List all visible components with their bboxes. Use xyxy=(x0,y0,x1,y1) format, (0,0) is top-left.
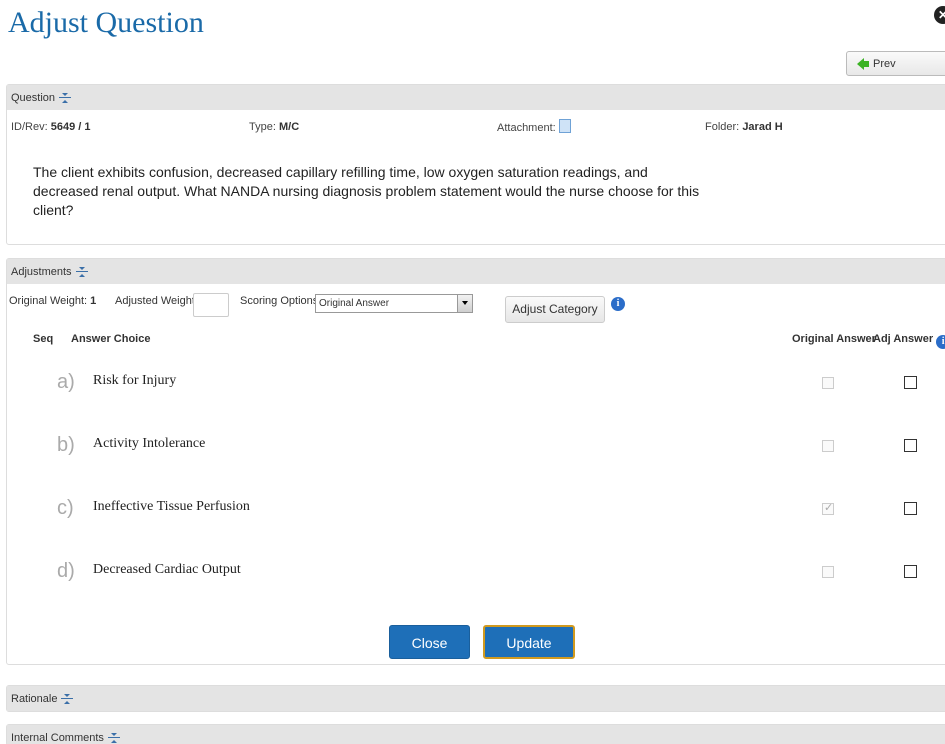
adj-answer-checkbox[interactable] xyxy=(904,502,917,515)
seq-column-header: Seq xyxy=(33,333,54,345)
folder-value: Jarad H xyxy=(742,121,783,133)
collapse-icon[interactable] xyxy=(59,92,72,103)
chevron-down-icon[interactable] xyxy=(457,295,472,312)
adj-answer-column-header: Adj Answer i xyxy=(873,333,945,349)
answer-text: Activity Intolerance xyxy=(93,436,206,451)
question-section: Question ID/Rev: 5649 / 1 Type: M/C Atta… xyxy=(6,84,945,245)
answer-seq: c) xyxy=(57,497,74,519)
adjusted-weight-label: Adjusted Weight: xyxy=(115,295,198,307)
info-icon[interactable]: i xyxy=(936,335,945,349)
prev-label: Prev xyxy=(873,57,896,70)
adj-answer-checkbox[interactable] xyxy=(904,376,917,389)
original-weight-label: Original Weight: xyxy=(9,295,88,307)
folder: Folder: Jarad H xyxy=(705,121,783,133)
original-answer-checkbox xyxy=(822,377,834,389)
answer-seq: a) xyxy=(57,371,75,393)
rationale-section-header[interactable]: Rationale xyxy=(7,686,945,711)
internal-comments-section: Internal Comments xyxy=(6,724,945,744)
attachment: Attachment: xyxy=(497,119,571,134)
question-text: The client exhibits confusion, decreased… xyxy=(33,164,700,218)
original-answer-column-header: Original Answer xyxy=(792,333,876,345)
adjustments-header-label: Adjustments xyxy=(11,265,72,278)
info-icon[interactable]: i xyxy=(611,297,625,311)
folder-label: Folder: xyxy=(705,121,740,133)
adjustments-section-header[interactable]: Adjustments xyxy=(7,259,945,284)
attachment-label: Attachment: xyxy=(497,122,556,134)
rationale-header-label: Rationale xyxy=(11,692,58,705)
answer-text: Ineffective Tissue Perfusion xyxy=(93,499,250,514)
answer-seq: b) xyxy=(57,434,75,456)
answer-text: Decreased Cardiac Output xyxy=(93,562,241,577)
id-rev: ID/Rev: 5649 / 1 xyxy=(11,121,91,133)
answer-choice-column-header: Answer Choice xyxy=(71,333,151,345)
answer-row: a) Risk for Injury xyxy=(7,363,945,403)
prev-button[interactable]: Prev xyxy=(846,51,945,76)
original-weight-value: 1 xyxy=(90,295,97,307)
collapse-icon[interactable] xyxy=(75,266,88,277)
original-answer-checkbox xyxy=(822,440,834,452)
question-header-label: Question xyxy=(11,91,56,104)
scoring-options-label: Scoring Options: xyxy=(240,295,322,307)
question-section-header[interactable]: Question xyxy=(7,85,945,110)
id-rev-value: 5649 / 1 xyxy=(50,121,91,133)
adjustments-section: Adjustments Original Weight: 1 Adjusted … xyxy=(6,258,945,665)
adjust-category-button[interactable]: Adjust Category xyxy=(505,296,605,323)
answer-text: Risk for Injury xyxy=(93,373,177,388)
answer-seq: d) xyxy=(57,560,75,582)
rationale-section: Rationale xyxy=(6,685,945,712)
type-value: M/C xyxy=(278,121,300,133)
internal-comments-header-label: Internal Comments xyxy=(11,731,104,744)
close-icon[interactable]: ✕ xyxy=(934,6,945,24)
type-label: Type: xyxy=(249,121,276,133)
adj-answer-label: Adj Answer xyxy=(873,333,934,345)
adj-answer-checkbox[interactable] xyxy=(904,439,917,452)
answer-row: d) Decreased Cardiac Output xyxy=(7,552,945,592)
adj-answer-checkbox[interactable] xyxy=(904,565,917,578)
scoring-options-select[interactable]: Original Answer xyxy=(315,294,473,313)
collapse-icon[interactable] xyxy=(61,693,74,704)
page-title: Adjust Question xyxy=(8,6,204,39)
question-type: Type: M/C xyxy=(249,121,299,133)
answer-row: c) Ineffective Tissue Perfusion xyxy=(7,489,945,529)
answer-row: b) Activity Intolerance xyxy=(7,426,945,466)
scoring-options-value: Original Answer xyxy=(319,298,390,309)
internal-comments-section-header[interactable]: Internal Comments xyxy=(7,725,945,744)
collapse-icon[interactable] xyxy=(107,732,120,743)
original-answer-checkbox xyxy=(822,501,834,515)
adjusted-weight-input[interactable] xyxy=(193,293,229,317)
id-rev-label: ID/Rev: xyxy=(11,121,48,133)
update-button[interactable]: Update xyxy=(483,625,575,659)
original-answer-checkbox xyxy=(822,566,834,578)
document-icon[interactable] xyxy=(558,119,571,133)
original-weight: Original Weight: 1 xyxy=(9,295,96,307)
close-button[interactable]: Close xyxy=(389,625,470,659)
arrow-left-icon xyxy=(857,57,869,70)
